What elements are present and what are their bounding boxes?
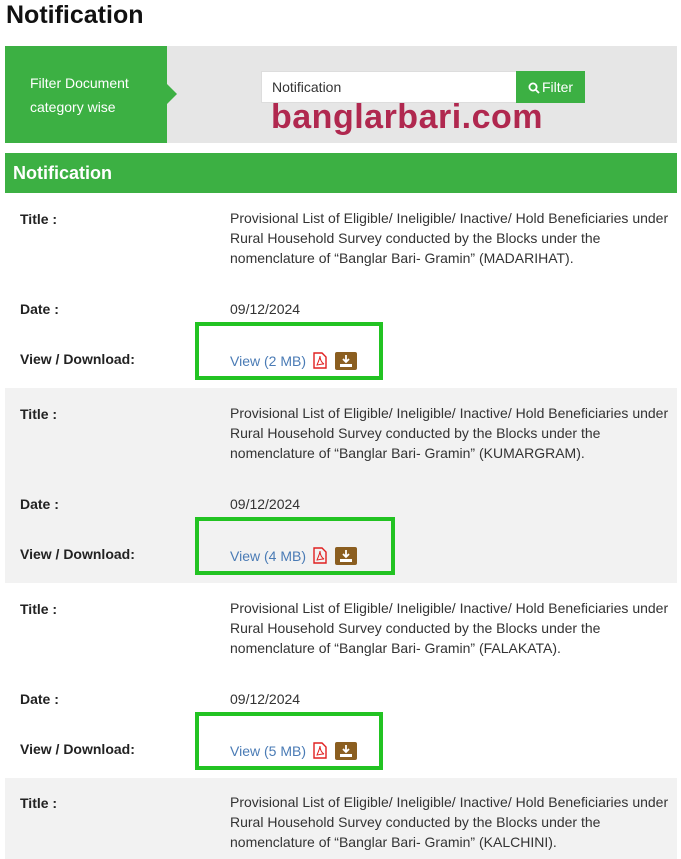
pdf-icon[interactable] [313,742,327,759]
notification-row: Title : Provisional List of Eligible/ In… [5,193,677,388]
filter-category-label: Filter Document category wise [5,46,167,143]
download-button[interactable] [335,547,357,565]
title-label: Title : [20,406,58,422]
view-download-label: View / Download: [20,741,135,757]
title-label: Title : [20,211,58,227]
download-icon [340,745,352,757]
notification-title: Provisional List of Eligible/ Ineligible… [230,600,669,656]
notification-title: Provisional List of Eligible/ Ineligible… [230,210,669,266]
notification-title: Provisional List of Eligible/ Ineligible… [230,405,669,461]
view-download-label: View / Download: [20,546,135,562]
title-label: Title : [20,795,58,811]
notification-date: 09/12/2024 [230,496,301,512]
notification-row: Title : Provisional List of Eligible/ In… [5,778,677,859]
highlight-box [195,322,383,380]
download-icon [340,355,352,367]
title-label: Title : [20,601,58,617]
view-link[interactable]: View (2 MB) [230,353,306,369]
search-icon [528,82,540,94]
watermark: banglarbari.com [271,98,544,136]
download-button[interactable] [335,352,357,370]
download-icon [340,550,352,562]
filter-button-label: Filter [541,79,574,95]
filter-bar: Filter Document category wise Filter ban… [5,46,677,143]
notification-row: Title : Provisional List of Eligible/ In… [5,388,677,583]
view-link[interactable]: View (5 MB) [230,743,306,759]
pdf-icon[interactable] [313,352,327,369]
download-button[interactable] [335,742,357,760]
date-label: Date : [20,496,59,512]
highlight-box [195,712,383,770]
view-link[interactable]: View (4 MB) [230,548,306,564]
section-header: Notification [5,153,677,193]
pdf-icon[interactable] [313,547,327,564]
notification-date: 09/12/2024 [230,301,301,317]
view-download-label: View / Download: [20,351,135,367]
notification-list: Title : Provisional List of Eligible/ In… [5,193,677,859]
notification-date: 09/12/2024 [230,691,301,707]
date-label: Date : [20,691,59,707]
notification-title: Provisional List of Eligible/ Ineligible… [230,794,669,850]
highlight-box [195,517,395,575]
notification-row: Title : Provisional List of Eligible/ In… [5,583,677,778]
filter-label-arrow [167,84,177,104]
date-label: Date : [20,301,59,317]
page-title: Notification [6,1,144,29]
